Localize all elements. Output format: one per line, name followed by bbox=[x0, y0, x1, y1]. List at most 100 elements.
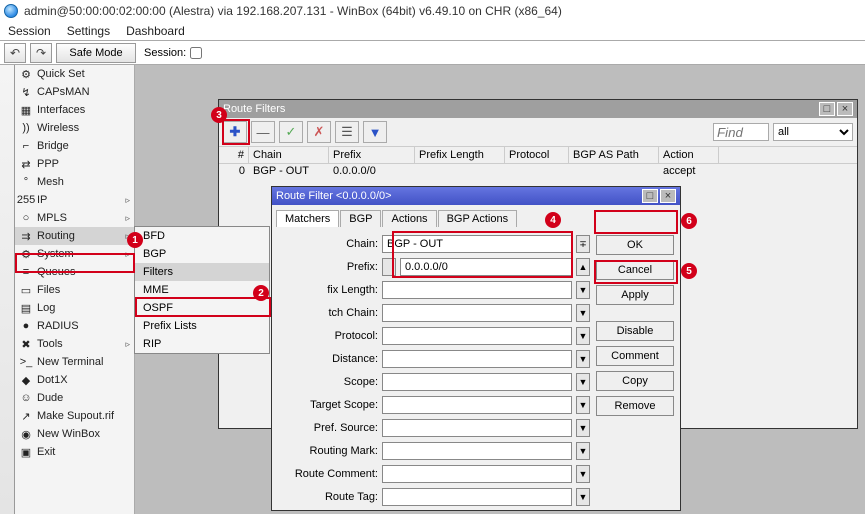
sidebar-item-interfaces[interactable]: ▦Interfaces bbox=[15, 101, 134, 119]
col-plen[interactable]: Prefix Length bbox=[415, 147, 505, 163]
apply-button[interactable]: Apply bbox=[596, 285, 674, 305]
submenu-item-rip[interactable]: RIP bbox=[135, 335, 269, 353]
ok-button[interactable]: OK bbox=[596, 235, 674, 255]
redo-button[interactable]: ↷ bbox=[30, 43, 52, 63]
sidebar-item-bridge[interactable]: ⌐Bridge bbox=[15, 137, 134, 155]
undo-button[interactable]: ↶ bbox=[4, 43, 26, 63]
sidebar-icon: ◉ bbox=[19, 427, 33, 441]
sidebar-item-log[interactable]: ▤Log bbox=[15, 299, 134, 317]
dist-input[interactable] bbox=[382, 350, 572, 368]
dist-expand-icon[interactable]: ▼ bbox=[576, 350, 590, 368]
col-act[interactable]: Action bbox=[659, 147, 719, 163]
table-row[interactable]: 0 BGP - OUT 0.0.0.0/0 accept bbox=[219, 164, 857, 180]
sidebar-item-tools[interactable]: ✖Tools▹ bbox=[15, 335, 134, 353]
cancel-button[interactable]: Cancel bbox=[596, 260, 674, 280]
plen-input[interactable] bbox=[382, 281, 572, 299]
sidebar-item-ppp[interactable]: ⇄PPP bbox=[15, 155, 134, 173]
sidebar-item-dude[interactable]: ☺Dude bbox=[15, 389, 134, 407]
chain-dropdown-icon[interactable]: ∓ bbox=[576, 235, 590, 253]
col-num[interactable]: # bbox=[219, 147, 249, 163]
tscope-expand-icon[interactable]: ▼ bbox=[576, 396, 590, 414]
enable-button[interactable]: ✓ bbox=[279, 121, 303, 143]
sidebar-item-new-winbox[interactable]: ◉New WinBox bbox=[15, 425, 134, 443]
sidebar-icon: 255 bbox=[19, 193, 33, 207]
menu-session[interactable]: Session bbox=[8, 24, 51, 38]
match-expand-icon[interactable]: ▼ bbox=[576, 304, 590, 322]
col-proto[interactable]: Protocol bbox=[505, 147, 569, 163]
proto-expand-icon[interactable]: ▼ bbox=[576, 327, 590, 345]
sidebar-item-queues[interactable]: ≡Queues bbox=[15, 263, 134, 281]
sidebar-icon: ≡ bbox=[19, 265, 33, 279]
chevron-right-icon: ▹ bbox=[125, 195, 130, 206]
safe-mode-toggle[interactable]: Safe Mode bbox=[56, 43, 136, 63]
sidebar-item-radius[interactable]: ●RADIUS bbox=[15, 317, 134, 335]
sidebar-item-capsman[interactable]: ↯CAPsMAN bbox=[15, 83, 134, 101]
route-filters-titlebar[interactable]: Route Filters □ × bbox=[219, 100, 857, 118]
sidebar-item-routing[interactable]: ⇉Routing▹ bbox=[15, 227, 134, 245]
add-button[interactable]: ✚ bbox=[223, 121, 247, 143]
route-filters-maximize[interactable]: □ bbox=[819, 102, 835, 116]
sidebar-item-quick-set[interactable]: ⚙Quick Set bbox=[15, 65, 134, 83]
proto-input[interactable] bbox=[382, 327, 572, 345]
comment-button[interactable]: Comment bbox=[596, 346, 674, 366]
prefix-collapse-icon[interactable]: ▲ bbox=[576, 258, 590, 276]
prefix-not-toggle[interactable] bbox=[382, 258, 396, 276]
tscope-input[interactable] bbox=[382, 396, 572, 414]
copy-button[interactable]: Copy bbox=[596, 371, 674, 391]
submenu-item-filters[interactable]: Filters bbox=[135, 263, 269, 281]
sidebar-item-mpls[interactable]: ○MPLS▹ bbox=[15, 209, 134, 227]
submenu-item-mme[interactable]: MME bbox=[135, 281, 269, 299]
submenu-item-ospf[interactable]: OSPF bbox=[135, 299, 269, 317]
sidebar-item-make-supout-rif[interactable]: ↗Make Supout.rif bbox=[15, 407, 134, 425]
chain-input[interactable]: BGP - OUT bbox=[382, 235, 572, 253]
remove-button[interactable]: — bbox=[251, 121, 275, 143]
sidebar-item-label: Wireless bbox=[37, 122, 79, 134]
sidebar-item-dot1x[interactable]: ◆Dot1X bbox=[15, 371, 134, 389]
menu-dashboard[interactable]: Dashboard bbox=[126, 24, 185, 38]
sidebar-item-exit[interactable]: ▣Exit bbox=[15, 443, 134, 461]
match-input[interactable] bbox=[382, 304, 572, 322]
prefix-input[interactable]: 0.0.0.0/0 bbox=[400, 258, 572, 276]
rcomment-expand-icon[interactable]: ▼ bbox=[576, 465, 590, 483]
submenu-item-bgp[interactable]: BGP bbox=[135, 245, 269, 263]
sidebar-icon: ⌐ bbox=[19, 139, 33, 153]
col-chain[interactable]: Chain bbox=[249, 147, 329, 163]
dialog-close[interactable]: × bbox=[660, 189, 676, 203]
rcomment-input[interactable] bbox=[382, 465, 572, 483]
tab-bgp-actions[interactable]: BGP Actions bbox=[438, 210, 518, 227]
filter-button[interactable]: ▼ bbox=[363, 121, 387, 143]
submenu-item-prefix-lists[interactable]: Prefix Lists bbox=[135, 317, 269, 335]
route-filters-close[interactable]: × bbox=[837, 102, 853, 116]
find-input[interactable] bbox=[713, 123, 769, 141]
plen-expand-icon[interactable]: ▼ bbox=[576, 281, 590, 299]
col-prefix[interactable]: Prefix bbox=[329, 147, 415, 163]
rmark-expand-icon[interactable]: ▼ bbox=[576, 442, 590, 460]
disable-button[interactable]: Disable bbox=[596, 321, 674, 341]
scope-input[interactable] bbox=[382, 373, 572, 391]
remove-button[interactable]: Remove bbox=[596, 396, 674, 416]
sidebar-item-system[interactable]: ⚙System▹ bbox=[15, 245, 134, 263]
menu-settings[interactable]: Settings bbox=[67, 24, 110, 38]
sidebar-item-wireless[interactable]: ))Wireless bbox=[15, 119, 134, 137]
rmark-input[interactable] bbox=[382, 442, 572, 460]
dialog-maximize[interactable]: □ bbox=[642, 189, 658, 203]
sidebar-item-ip[interactable]: 255IP▹ bbox=[15, 191, 134, 209]
scope-expand-icon[interactable]: ▼ bbox=[576, 373, 590, 391]
rtag-input[interactable] bbox=[382, 488, 572, 506]
dialog-titlebar[interactable]: Route Filter <0.0.0.0/0> □ × bbox=[272, 187, 680, 205]
session-checkbox[interactable] bbox=[190, 47, 202, 59]
col-bgp[interactable]: BGP AS Path bbox=[569, 147, 659, 163]
sidebar-item-files[interactable]: ▭Files bbox=[15, 281, 134, 299]
tab-actions[interactable]: Actions bbox=[382, 210, 436, 227]
tab-bgp[interactable]: BGP bbox=[340, 210, 381, 227]
sidebar-item-new-terminal[interactable]: >_New Terminal bbox=[15, 353, 134, 371]
disable-button[interactable]: ✗ bbox=[307, 121, 331, 143]
psrc-input[interactable] bbox=[382, 419, 572, 437]
rtag-expand-icon[interactable]: ▼ bbox=[576, 488, 590, 506]
filter-select[interactable]: all bbox=[773, 123, 853, 141]
tab-matchers[interactable]: Matchers bbox=[276, 210, 339, 227]
psrc-expand-icon[interactable]: ▼ bbox=[576, 419, 590, 437]
sidebar-item-mesh[interactable]: °Mesh bbox=[15, 173, 134, 191]
submenu-item-bfd[interactable]: BFD bbox=[135, 227, 269, 245]
comment-button[interactable]: ☰ bbox=[335, 121, 359, 143]
